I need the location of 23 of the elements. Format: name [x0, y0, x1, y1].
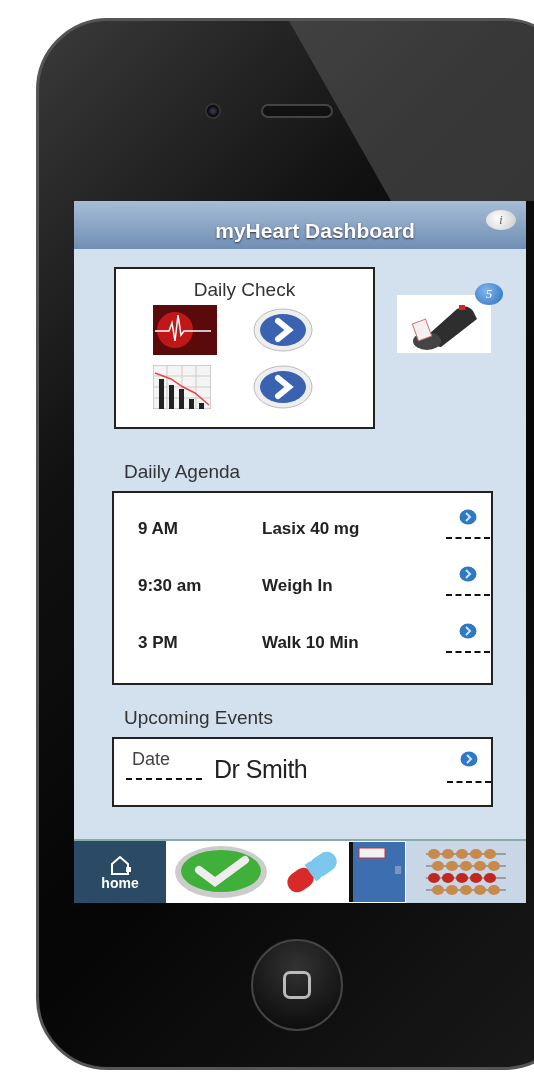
agenda-task: Weigh In: [262, 576, 334, 596]
checkmark-icon: [173, 844, 269, 900]
section-heading: Upcoming Events: [124, 707, 274, 729]
heartbeat-icon[interactable]: [152, 305, 217, 355]
abacus-icon: [426, 846, 506, 898]
agenda-time: 9 AM: [138, 519, 179, 539]
message-count-badge: 5: [475, 283, 503, 305]
info-button[interactable]: i: [486, 210, 516, 230]
tab-button[interactable]: home: [74, 841, 166, 903]
bar-chart-icon[interactable]: [152, 365, 211, 409]
camera-icon: [205, 103, 221, 119]
section-heading: Daiily Agenda: [124, 461, 242, 483]
agenda-time: 3 PM: [138, 633, 179, 653]
event-name: Dr Smith: [214, 755, 309, 784]
event-date: Date: [132, 749, 172, 770]
app-title: myHeart Dashboard: [215, 219, 415, 243]
agenda-task: Lasix 40 mg: [262, 519, 361, 539]
agenda-task: Walk 10 Min: [262, 633, 360, 653]
speaker-icon: [261, 104, 333, 118]
card-title: Daily Check: [193, 279, 296, 301]
agenda-time: 9:30 am: [138, 576, 203, 596]
home-icon: [108, 854, 132, 876]
tab-button[interactable]: [348, 841, 406, 903]
